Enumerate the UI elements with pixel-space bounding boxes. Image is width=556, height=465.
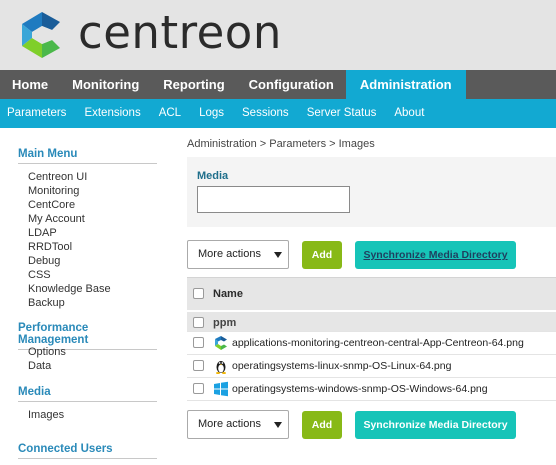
subnav-parameters[interactable]: Parameters <box>0 99 75 128</box>
group-row: ppm <box>187 310 556 332</box>
row-checkbox[interactable] <box>193 337 204 348</box>
sidebar-title-main-menu: Main Menu <box>18 148 157 164</box>
sub-nav: Parameters Extensions ACL Logs Sessions … <box>0 99 556 128</box>
sidebar-item-monitoring[interactable]: Monitoring <box>28 184 111 198</box>
sidebar-item-css[interactable]: CSS <box>28 268 111 282</box>
sidebar-item-knowledge-base[interactable]: Knowledge Base <box>28 282 111 296</box>
sidebar-item-centreon-ui[interactable]: Centreon UI <box>28 170 111 184</box>
media-menu-list: Images <box>28 408 64 422</box>
sidebar: Main Menu Centreon UI Monitoring CentCor… <box>0 128 170 465</box>
sync-media-button-bottom[interactable]: Synchronize Media Directory <box>355 411 516 439</box>
performance-menu-list: Options Data <box>28 345 66 373</box>
chevron-down-icon <box>274 422 282 428</box>
table-row: applications-monitoring-centreon-central… <box>187 332 556 355</box>
row-checkbox[interactable] <box>193 383 204 394</box>
linux-tux-icon <box>216 361 226 374</box>
subnav-about[interactable]: About <box>385 99 433 128</box>
subnav-sessions[interactable]: Sessions <box>233 99 298 128</box>
subnav-acl[interactable]: ACL <box>150 99 190 128</box>
media-filter-panel: Media <box>187 157 556 227</box>
nav-reporting[interactable]: Reporting <box>151 70 236 99</box>
main-nav: Home Monitoring Reporting Configuration … <box>0 70 556 99</box>
add-button-top[interactable]: Add <box>302 241 342 269</box>
nav-configuration[interactable]: Configuration <box>237 70 346 99</box>
windows-logo-icon <box>214 381 228 397</box>
sidebar-item-debug[interactable]: Debug <box>28 254 111 268</box>
images-table: Name ppm applications-monitoring-centreo… <box>187 277 556 401</box>
table-header: Name <box>187 277 556 310</box>
sidebar-item-data[interactable]: Data <box>28 359 66 373</box>
add-button-bottom[interactable]: Add <box>302 411 342 439</box>
sidebar-title-media: Media <box>18 386 157 402</box>
sidebar-item-rrdtool[interactable]: RRDTool <box>28 240 111 254</box>
image-filename[interactable]: operatingsystems-linux-snmp-OS-Linux-64.… <box>232 360 451 372</box>
centreon-logo-icon <box>215 336 227 350</box>
nav-monitoring[interactable]: Monitoring <box>60 70 151 99</box>
app-header: centreon <box>0 0 556 70</box>
subnav-extensions[interactable]: Extensions <box>75 99 149 128</box>
image-filename[interactable]: applications-monitoring-centreon-central… <box>232 337 524 349</box>
sidebar-item-centcore[interactable]: CentCore <box>28 198 111 212</box>
subnav-server-status[interactable]: Server Status <box>298 99 386 128</box>
row-checkbox[interactable] <box>193 360 204 371</box>
more-actions-label: More actions <box>198 248 261 260</box>
sidebar-title-connected-users: Connected Users <box>18 443 157 459</box>
centreon-logo-icon[interactable] <box>14 10 70 60</box>
breadcrumb: Administration > Parameters > Images <box>187 138 375 150</box>
sync-media-label: Synchronize Media Directory <box>363 249 508 261</box>
media-search-input[interactable] <box>197 186 350 213</box>
chevron-down-icon <box>274 252 282 258</box>
nav-home[interactable]: Home <box>0 70 60 99</box>
media-filter-label: Media <box>197 170 229 182</box>
sync-media-button-top[interactable]: Synchronize Media Directory <box>355 241 516 269</box>
sidebar-item-ldap[interactable]: LDAP <box>28 226 111 240</box>
subnav-logs[interactable]: Logs <box>190 99 233 128</box>
column-name-header[interactable]: Name <box>213 288 243 300</box>
more-actions-label: More actions <box>198 418 261 430</box>
sidebar-item-images[interactable]: Images <box>28 408 64 422</box>
nav-administration[interactable]: Administration <box>345 70 466 99</box>
sidebar-item-backup[interactable]: Backup <box>28 296 111 310</box>
more-actions-select-bottom[interactable]: More actions <box>187 410 289 439</box>
more-actions-select-top[interactable]: More actions <box>187 240 289 269</box>
main-menu-list: Centreon UI Monitoring CentCore My Accou… <box>28 170 111 310</box>
select-all-checkbox[interactable] <box>193 288 204 299</box>
image-filename[interactable]: operatingsystems-windows-snmp-OS-Windows… <box>232 383 488 395</box>
brand-wordmark: centreon <box>78 6 282 59</box>
sidebar-item-options[interactable]: Options <box>28 345 66 359</box>
group-checkbox[interactable] <box>193 317 204 328</box>
group-name: ppm <box>213 317 237 329</box>
sidebar-item-my-account[interactable]: My Account <box>28 212 111 226</box>
table-row: operatingsystems-linux-snmp-OS-Linux-64.… <box>187 355 556 378</box>
table-row: operatingsystems-windows-snmp-OS-Windows… <box>187 378 556 401</box>
